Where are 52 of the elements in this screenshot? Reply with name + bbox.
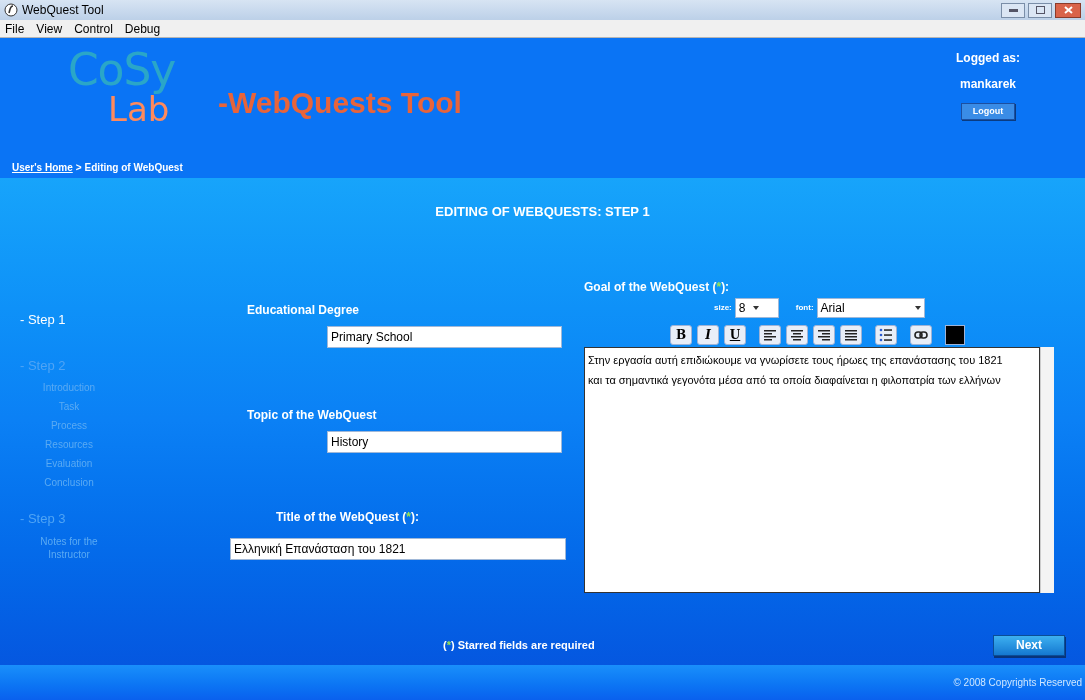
minimize-button[interactable] bbox=[1001, 2, 1025, 18]
breadcrumb-current: Editing of WebQuest bbox=[84, 161, 183, 175]
align-left-button[interactable] bbox=[759, 325, 781, 345]
justify-button[interactable] bbox=[840, 325, 862, 345]
flash-app-icon bbox=[4, 3, 18, 17]
align-right-icon bbox=[817, 328, 831, 342]
align-left-icon bbox=[763, 328, 777, 342]
field-label: Goal of the WebQuest (*): bbox=[584, 279, 731, 296]
breadcrumb-link[interactable]: User's Home bbox=[12, 160, 73, 175]
link-icon bbox=[914, 330, 928, 340]
dropdown-caret-icon[interactable] bbox=[753, 306, 760, 310]
username: mankarek bbox=[959, 76, 1016, 93]
text-field[interactable]: Primary School bbox=[327, 326, 562, 348]
align-center-button[interactable] bbox=[786, 325, 808, 345]
window-title: WebQuest Tool bbox=[22, 2, 104, 19]
font-dropdown[interactable]: Arial bbox=[816, 298, 925, 318]
copyright: © 2008 Copyrights Reserved bbox=[953, 676, 1082, 690]
dropdown-caret-icon[interactable] bbox=[914, 306, 921, 310]
align-center-icon bbox=[790, 328, 804, 342]
justify-icon bbox=[844, 328, 858, 342]
text-field[interactable]: History bbox=[327, 431, 562, 453]
goal-text-area[interactable]: Στην εργασία αυτή επιδιώκουμε να γνωρίσετε τους ήρωες της επανάστασης του 1821 και τα σημαντικά γεγονότα μέσα από τα οποία διαφαίνεται η φιλοπατρία των ελλήνων bbox=[584, 347, 1040, 593]
underline-button[interactable]: U bbox=[724, 325, 746, 345]
field-label: Topic of the WebQuest bbox=[247, 407, 378, 424]
menu-item[interactable]: File bbox=[5, 19, 25, 38]
field-label: Educational Degree bbox=[247, 302, 361, 319]
app-name: -WebQuests Tool bbox=[218, 85, 462, 121]
link-button[interactable] bbox=[910, 325, 932, 345]
field-label: Title of the WebQuest (*): bbox=[276, 509, 420, 526]
page-title: EDITING OF WEBQUESTS: STEP 1 bbox=[435, 203, 650, 222]
size-dropdown[interactable]: 8 bbox=[734, 298, 779, 318]
text-field[interactable]: Ελληνική Επανάσταση του 1821 bbox=[230, 538, 566, 560]
list-button[interactable] bbox=[875, 325, 897, 345]
color-picker-swatch[interactable] bbox=[945, 325, 965, 345]
breadcrumb-separator: > bbox=[75, 161, 82, 175]
font-label: font: bbox=[795, 302, 814, 314]
menu-item[interactable]: View bbox=[36, 19, 63, 38]
maximize-icon bbox=[1035, 6, 1045, 14]
align-right-button[interactable] bbox=[813, 325, 835, 345]
scrollbar[interactable] bbox=[1040, 347, 1054, 593]
logged-as-label: Logged as: bbox=[956, 50, 1020, 67]
minimize-icon bbox=[1008, 8, 1018, 12]
italic-button[interactable]: I bbox=[697, 325, 719, 345]
bullet-list-icon bbox=[879, 328, 893, 342]
close-button[interactable] bbox=[1055, 2, 1081, 18]
menu-item[interactable]: Debug bbox=[124, 19, 161, 38]
bold-button[interactable]: B bbox=[670, 325, 692, 345]
size-label: size: bbox=[714, 302, 732, 314]
required-note: (*) Starred fields are required bbox=[443, 637, 595, 653]
maximize-button[interactable] bbox=[1028, 2, 1052, 18]
menu-item[interactable]: Control bbox=[74, 19, 113, 38]
close-icon bbox=[1063, 6, 1073, 14]
